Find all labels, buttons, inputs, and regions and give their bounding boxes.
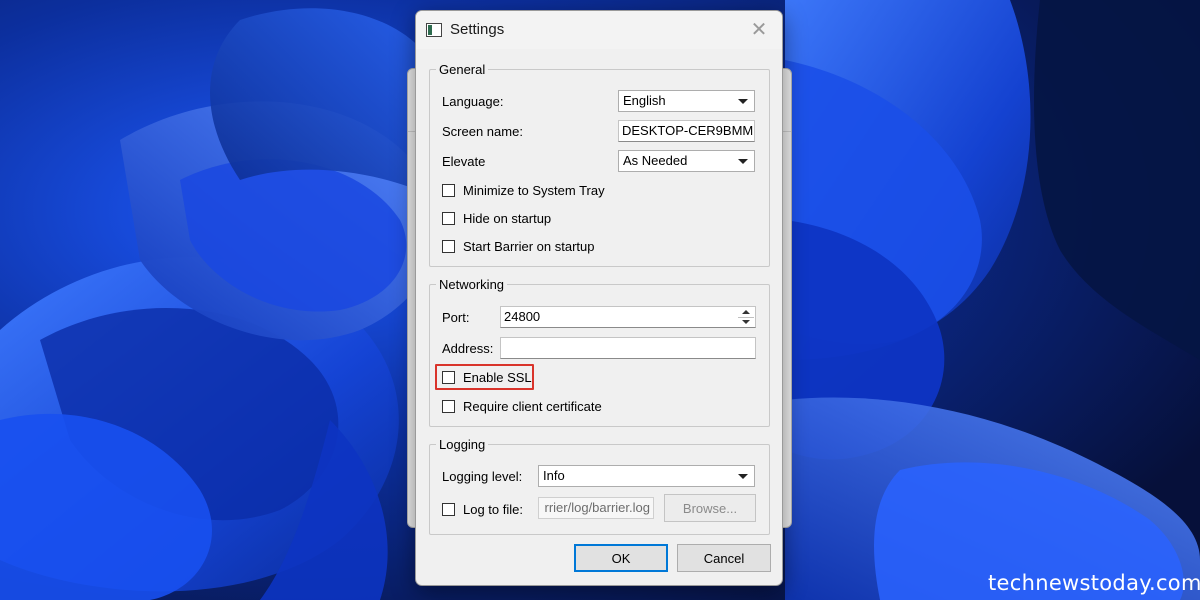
start-barrier-checkbox[interactable] — [442, 239, 455, 253]
watermark: technewstoday.com — [988, 571, 1200, 595]
logging-level-value: Info — [543, 468, 565, 483]
close-icon[interactable]: ✕ — [746, 17, 772, 43]
address-label: Address: — [442, 341, 494, 356]
networking-legend: Networking — [439, 277, 505, 292]
enable-ssl-checkbox[interactable] — [442, 370, 455, 384]
chevron-down-icon — [738, 99, 748, 104]
language-label: Language: — [442, 94, 504, 109]
title-bar[interactable]: Settings ✕ — [416, 11, 782, 49]
log-to-file-label: Log to file: — [463, 501, 523, 517]
hide-startup-checkbox[interactable] — [442, 211, 455, 225]
hide-startup-label: Hide on startup — [463, 210, 552, 226]
require-cert-label: Require client certificate — [463, 398, 602, 414]
elevate-dropdown[interactable]: As Needed — [618, 150, 755, 172]
elevate-label: Elevate — [442, 154, 486, 169]
require-cert-checkbox[interactable] — [442, 399, 455, 413]
log-path-input[interactable]: rrier/log/barrier.log — [538, 497, 654, 519]
screen-name-label: Screen name: — [442, 124, 523, 139]
app-icon — [426, 23, 442, 37]
spin-up-icon[interactable] — [739, 308, 753, 317]
spin-down-icon[interactable] — [739, 318, 753, 327]
logging-level-label: Logging level: — [442, 469, 523, 484]
language-dropdown[interactable]: English — [618, 90, 755, 112]
require-cert-option[interactable]: Require client certificate — [442, 397, 602, 415]
elevate-value: As Needed — [623, 153, 688, 168]
settings-dialog: Settings ✕ General Language: English Scr… — [415, 10, 783, 586]
port-label: Port: — [442, 310, 470, 325]
browse-button[interactable]: Browse... — [664, 494, 756, 522]
screen-name-input[interactable]: DESKTOP-CER9BMM — [618, 120, 755, 142]
start-barrier-label: Start Barrier on startup — [463, 238, 595, 254]
enable-ssl-option[interactable]: Enable SSL — [442, 368, 532, 386]
window-title: Settings — [450, 21, 505, 38]
port-value: 24800 — [504, 309, 541, 324]
language-value: English — [623, 93, 666, 108]
minimize-tray-option[interactable]: Minimize to System Tray — [442, 181, 605, 199]
hide-startup-option[interactable]: Hide on startup — [442, 209, 551, 227]
port-spinbox[interactable]: 24800 — [500, 306, 756, 328]
log-to-file-option[interactable]: Log to file: — [442, 500, 523, 518]
minimize-tray-label: Minimize to System Tray — [463, 182, 605, 198]
minimize-tray-checkbox[interactable] — [442, 183, 455, 197]
cancel-button[interactable]: Cancel — [677, 544, 771, 572]
enable-ssl-label: Enable SSL — [463, 369, 532, 385]
logging-level-dropdown[interactable]: Info — [538, 465, 755, 487]
logging-legend: Logging — [439, 437, 486, 452]
log-to-file-checkbox[interactable] — [442, 502, 455, 516]
ok-button[interactable]: OK — [574, 544, 668, 572]
address-input[interactable] — [500, 337, 756, 359]
general-legend: General — [439, 62, 486, 77]
chevron-down-icon — [738, 474, 748, 479]
chevron-down-icon — [738, 159, 748, 164]
start-barrier-option[interactable]: Start Barrier on startup — [442, 237, 595, 255]
